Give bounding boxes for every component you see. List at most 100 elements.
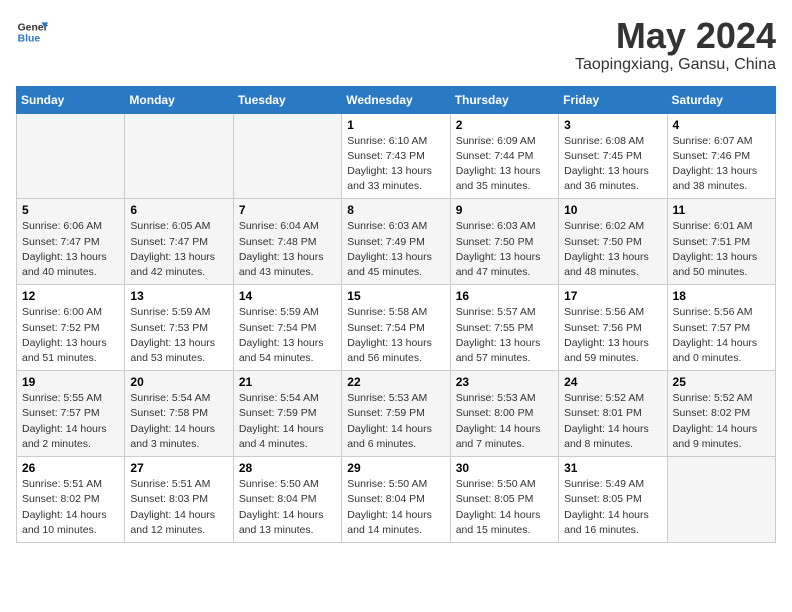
day-number: 30 — [456, 461, 553, 475]
header-day-sunday: Sunday — [17, 86, 125, 113]
logo: General Blue General Blue — [16, 16, 48, 48]
calendar-cell: 18Sunrise: 5:56 AMSunset: 7:57 PMDayligh… — [667, 285, 775, 371]
calendar-cell: 27Sunrise: 5:51 AMSunset: 8:03 PMDayligh… — [125, 457, 233, 543]
day-number: 16 — [456, 289, 553, 303]
day-info: Sunrise: 5:55 AMSunset: 7:57 PMDaylight:… — [22, 391, 119, 452]
week-row-4: 26Sunrise: 5:51 AMSunset: 8:02 PMDayligh… — [17, 457, 776, 543]
logo-icon: General Blue — [16, 16, 48, 48]
day-info: Sunrise: 5:52 AMSunset: 8:02 PMDaylight:… — [673, 391, 770, 452]
calendar-cell: 14Sunrise: 5:59 AMSunset: 7:54 PMDayligh… — [233, 285, 341, 371]
day-info: Sunrise: 5:52 AMSunset: 8:01 PMDaylight:… — [564, 391, 661, 452]
day-number: 8 — [347, 203, 444, 217]
day-number: 14 — [239, 289, 336, 303]
calendar-cell: 16 Sunrise: 5:57 AMSunset: 7:55 PMDayligh… — [450, 285, 558, 371]
day-info: Sunrise: 5:57 AMSunset: 7:55 PMDaylight:… — [456, 305, 553, 366]
calendar-cell: 19 Sunrise: 5:55 AMSunset: 7:57 PMDayligh… — [17, 371, 125, 457]
calendar-cell: 2 Sunrise: 6:09 AMSunset: 7:44 PMDaylight… — [450, 113, 558, 199]
header-day-thursday: Thursday — [450, 86, 558, 113]
calendar-cell: 11 Sunrise: 6:01 AMSunset: 7:51 PMDayligh… — [667, 199, 775, 285]
calendar-cell: 17Sunrise: 5:56 AMSunset: 7:56 PMDayligh… — [559, 285, 667, 371]
calendar-cell: 10Sunrise: 6:02 AMSunset: 7:50 PMDayligh… — [559, 199, 667, 285]
calendar-cell — [667, 457, 775, 543]
calendar-cell: 23 Sunrise: 5:53 AMSunset: 8:00 PMDayligh… — [450, 371, 558, 457]
calendar-cell: 21 Sunrise: 5:54 AMSunset: 7:59 PMDayligh… — [233, 371, 341, 457]
calendar-cell — [125, 113, 233, 199]
calendar-cell: 4Sunrise: 6:07 AMSunset: 7:46 PMDaylight… — [667, 113, 775, 199]
week-row-0: 1 Sunrise: 6:10 AMSunset: 7:43 PMDaylight… — [17, 113, 776, 199]
day-info: Sunrise: 5:56 AMSunset: 7:56 PMDaylight:… — [564, 305, 661, 366]
day-number: 2 — [456, 118, 553, 132]
day-number: 21 — [239, 375, 336, 389]
day-info: Sunrise: 5:53 AMSunset: 7:59 PMDaylight:… — [347, 391, 444, 452]
day-info: Sunrise: 5:49 AMSunset: 8:05 PMDaylight:… — [564, 477, 661, 538]
week-row-1: 5 Sunrise: 6:06 AMSunset: 7:47 PMDaylight… — [17, 199, 776, 285]
calendar-cell: 20 Sunrise: 5:54 AMSunset: 7:58 PMDayligh… — [125, 371, 233, 457]
day-info: Sunrise: 6:10 AMSunset: 7:43 PMDaylight:… — [347, 134, 444, 195]
day-info: Sunrise: 6:05 AMSunset: 7:47 PMDaylight:… — [130, 219, 227, 280]
day-number: 23 — [456, 375, 553, 389]
day-number: 26 — [22, 461, 119, 475]
calendar-header: SundayMondayTuesdayWednesdayThursdayFrid… — [17, 86, 776, 113]
day-info: Sunrise: 6:07 AMSunset: 7:46 PMDaylight:… — [673, 134, 770, 195]
day-number: 13 — [130, 289, 227, 303]
header-row: SundayMondayTuesdayWednesdayThursdayFrid… — [17, 86, 776, 113]
page-title: May 2024 — [575, 16, 776, 56]
header-day-tuesday: Tuesday — [233, 86, 341, 113]
calendar-table: SundayMondayTuesdayWednesdayThursdayFrid… — [16, 86, 776, 543]
day-number: 1 — [347, 118, 444, 132]
day-number: 19 — [22, 375, 119, 389]
day-number: 22 — [347, 375, 444, 389]
day-number: 15 — [347, 289, 444, 303]
day-info: Sunrise: 6:08 AMSunset: 7:45 PMDaylight:… — [564, 134, 661, 195]
day-info: Sunrise: 6:04 AMSunset: 7:48 PMDaylight:… — [239, 219, 336, 280]
calendar-cell: 3 Sunrise: 6:08 AMSunset: 7:45 PMDaylight… — [559, 113, 667, 199]
day-info: Sunrise: 5:54 AMSunset: 7:59 PMDaylight:… — [239, 391, 336, 452]
day-info: Sunrise: 5:58 AMSunset: 7:54 PMDaylight:… — [347, 305, 444, 366]
day-number: 3 — [564, 118, 661, 132]
day-number: 9 — [456, 203, 553, 217]
calendar-cell: 15 Sunrise: 5:58 AMSunset: 7:54 PMDayligh… — [342, 285, 450, 371]
day-info: Sunrise: 6:03 AMSunset: 7:50 PMDaylight:… — [456, 219, 553, 280]
day-info: Sunrise: 6:00 AMSunset: 7:52 PMDaylight:… — [22, 305, 119, 366]
day-number: 12 — [22, 289, 119, 303]
day-number: 27 — [130, 461, 227, 475]
calendar-cell: 29Sunrise: 5:50 AMSunset: 8:04 PMDayligh… — [342, 457, 450, 543]
calendar-cell: 9 Sunrise: 6:03 AMSunset: 7:50 PMDaylight… — [450, 199, 558, 285]
header-day-friday: Friday — [559, 86, 667, 113]
header-day-saturday: Saturday — [667, 86, 775, 113]
day-number: 20 — [130, 375, 227, 389]
calendar-body: 1 Sunrise: 6:10 AMSunset: 7:43 PMDaylight… — [17, 113, 776, 542]
calendar-cell: 30 Sunrise: 5:50 AMSunset: 8:05 PMDayligh… — [450, 457, 558, 543]
day-number: 11 — [673, 203, 770, 217]
calendar-cell: 7 Sunrise: 6:04 AMSunset: 7:48 PMDaylight… — [233, 199, 341, 285]
title-area: May 2024 Taopingxiang, Gansu, China — [575, 16, 776, 74]
day-number: 31 — [564, 461, 661, 475]
header: General Blue General Blue May 2024 Taopi… — [16, 16, 776, 74]
header-day-monday: Monday — [125, 86, 233, 113]
calendar-cell: 31 Sunrise: 5:49 AMSunset: 8:05 PMDayligh… — [559, 457, 667, 543]
week-row-3: 19 Sunrise: 5:55 AMSunset: 7:57 PMDayligh… — [17, 371, 776, 457]
day-info: Sunrise: 6:03 AMSunset: 7:49 PMDaylight:… — [347, 219, 444, 280]
calendar-cell: 28Sunrise: 5:50 AMSunset: 8:04 PMDayligh… — [233, 457, 341, 543]
day-number: 5 — [22, 203, 119, 217]
calendar-cell: 8 Sunrise: 6:03 AMSunset: 7:49 PMDaylight… — [342, 199, 450, 285]
day-number: 6 — [130, 203, 227, 217]
calendar-cell: 25Sunrise: 5:52 AMSunset: 8:02 PMDayligh… — [667, 371, 775, 457]
day-info: Sunrise: 5:56 AMSunset: 7:57 PMDaylight:… — [673, 305, 770, 366]
day-info: Sunrise: 5:50 AMSunset: 8:05 PMDaylight:… — [456, 477, 553, 538]
week-row-2: 12 Sunrise: 6:00 AMSunset: 7:52 PMDayligh… — [17, 285, 776, 371]
day-number: 7 — [239, 203, 336, 217]
day-info: Sunrise: 5:53 AMSunset: 8:00 PMDaylight:… — [456, 391, 553, 452]
calendar-cell: 12 Sunrise: 6:00 AMSunset: 7:52 PMDayligh… — [17, 285, 125, 371]
day-info: Sunrise: 6:06 AMSunset: 7:47 PMDaylight:… — [22, 219, 119, 280]
day-info: Sunrise: 6:01 AMSunset: 7:51 PMDaylight:… — [673, 219, 770, 280]
svg-text:Blue: Blue — [18, 34, 41, 45]
day-info: Sunrise: 5:50 AMSunset: 8:04 PMDaylight:… — [347, 477, 444, 538]
day-number: 10 — [564, 203, 661, 217]
day-info: Sunrise: 6:09 AMSunset: 7:44 PMDaylight:… — [456, 134, 553, 195]
calendar-cell — [17, 113, 125, 199]
day-info: Sunrise: 5:59 AMSunset: 7:53 PMDaylight:… — [130, 305, 227, 366]
day-info: Sunrise: 5:50 AMSunset: 8:04 PMDaylight:… — [239, 477, 336, 538]
calendar-cell — [233, 113, 341, 199]
day-info: Sunrise: 5:54 AMSunset: 7:58 PMDaylight:… — [130, 391, 227, 452]
